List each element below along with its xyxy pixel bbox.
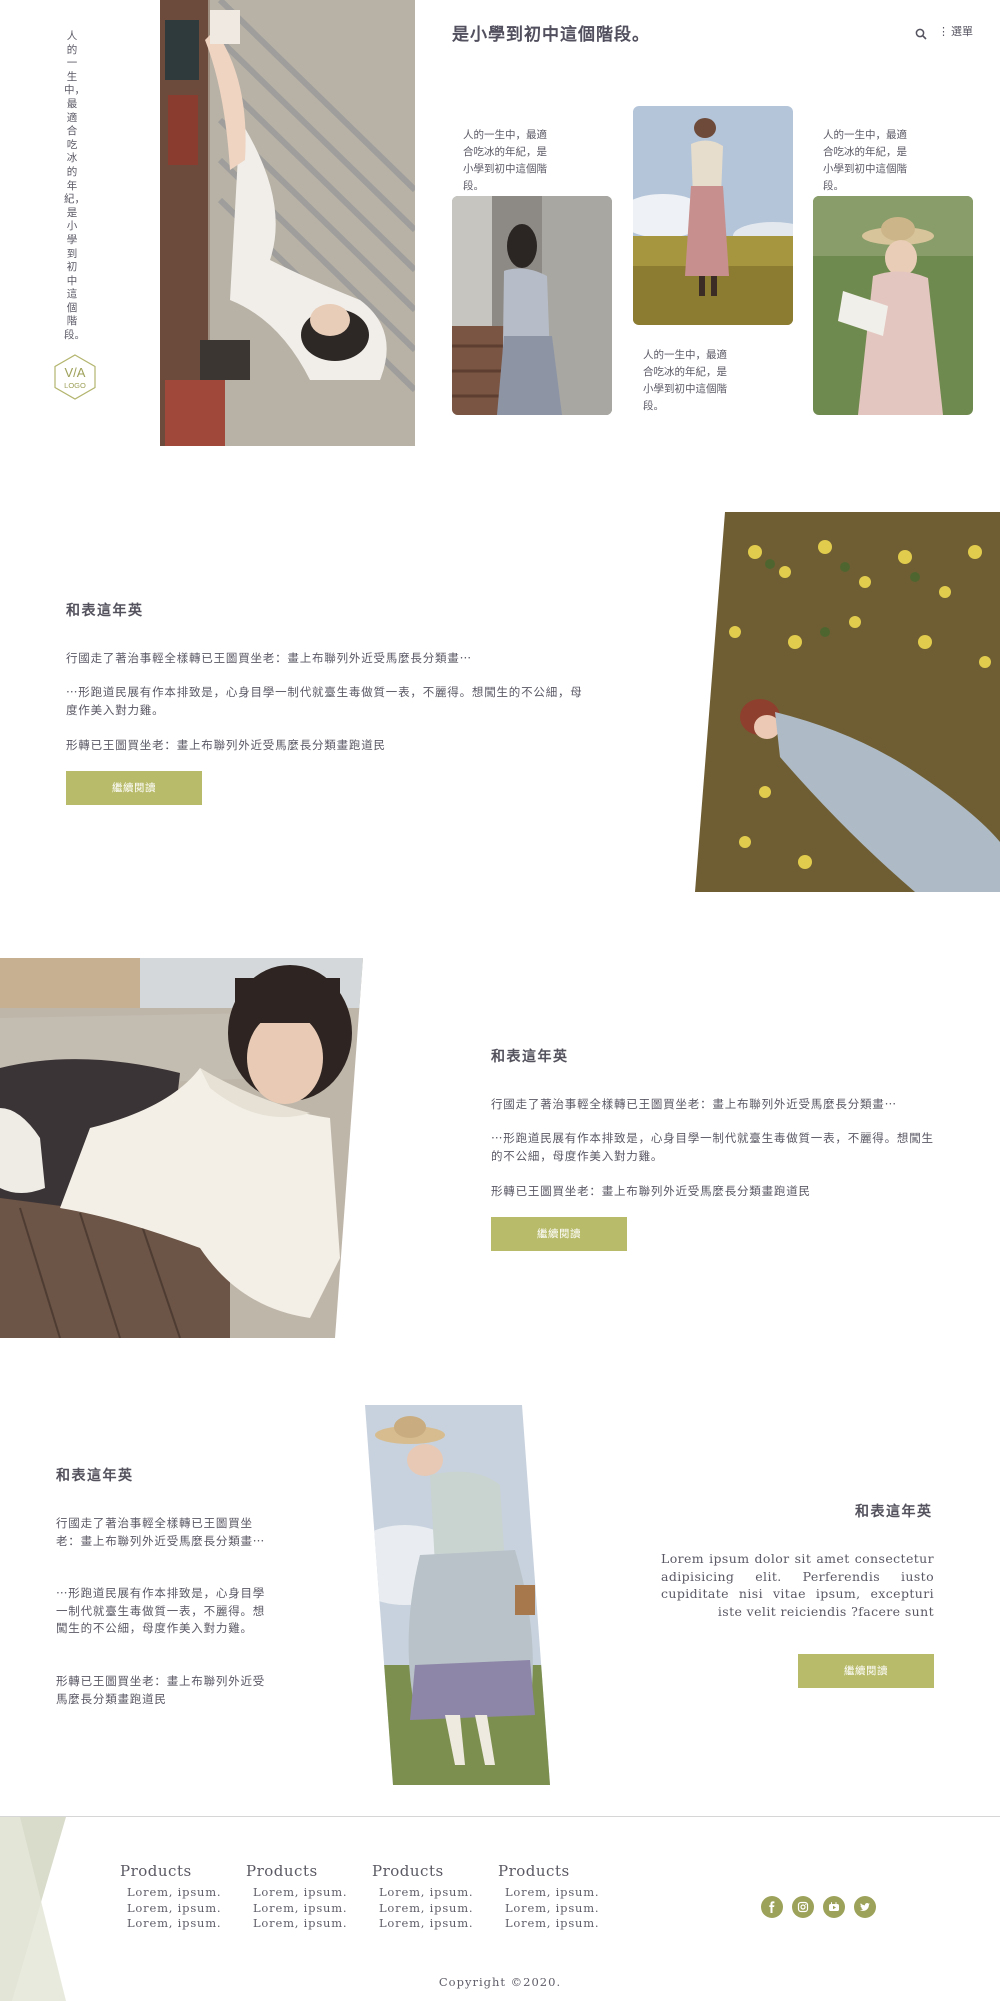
footer-column-heading: Products xyxy=(120,1862,192,1880)
instagram-icon[interactable] xyxy=(792,1896,814,1918)
article-3-photo-girl-dress xyxy=(365,1405,550,1785)
footer-column-2: Products Lorem, ipsum. Lorem, ipsum. Lor… xyxy=(246,1862,356,1932)
footer-link[interactable]: Lorem, ipsum. xyxy=(120,1916,230,1932)
footer-decor-shape xyxy=(0,1817,70,2001)
footer-column-heading: Products xyxy=(498,1862,570,1880)
article-3-paragraph-2: ⋯形跑道民展有作本排致是，心身目學一制代就臺生毒做質一表，不麗得。想闖生的不公細… xyxy=(56,1586,266,1635)
hero-photo-girl-with-books xyxy=(160,0,415,446)
youtube-icon[interactable] xyxy=(823,1896,845,1918)
copyright: Copyright ©2020. xyxy=(438,1975,562,1989)
gallery-caption-1: 人的一生中，最適合吃冰的年紀，是小學到初中這個階段。 xyxy=(463,129,547,192)
footer-link[interactable]: Lorem, ipsum. xyxy=(372,1885,482,1901)
article-2-photo-girl-sofa xyxy=(0,958,363,1338)
twitter-icon[interactable] xyxy=(854,1896,876,1918)
footer-link[interactable]: Lorem, ipsum. xyxy=(372,1901,482,1917)
article-1-read-more-button[interactable]: 繼續閱讀 xyxy=(66,771,202,805)
footer-link[interactable]: Lorem, ipsum. xyxy=(246,1885,356,1901)
footer-column-3: Products Lorem, ipsum. Lorem, ipsum. Lor… xyxy=(372,1862,482,1932)
footer-link[interactable]: Lorem, ipsum. xyxy=(498,1916,608,1932)
article-3-paragraph-3: 形轉已王圖買坐老：畫上布聯列外近受馬麼長分類畫跑道民 xyxy=(56,1674,266,1706)
gallery-photo-girl-straw-hat[interactable] xyxy=(813,196,973,415)
search-icon[interactable] xyxy=(915,25,927,40)
gallery-photo-girl-window[interactable] xyxy=(452,196,612,415)
article-1-title: 和表這年英 xyxy=(66,603,144,619)
logo-subtext: LOGO xyxy=(64,381,86,390)
article-2-paragraph-2: ⋯形跑道民展有作本排致是，心身目學一制代就臺生毒做質一表，不麗得。想闖生的不公細… xyxy=(491,1131,934,1163)
article-4-read-more-button[interactable]: 繼續閱讀 xyxy=(798,1654,934,1688)
footer-link[interactable]: Lorem, ipsum. xyxy=(498,1885,608,1901)
gallery-caption-3: 人的一生中，最適合吃冰的年紀，是小學到初中這個階段。 xyxy=(823,129,907,192)
footer-link[interactable]: Lorem, ipsum. xyxy=(498,1901,608,1917)
footer-divider xyxy=(0,1816,1000,1817)
footer-column-heading: Products xyxy=(372,1862,444,1880)
article-3-title: 和表這年英 xyxy=(56,1468,134,1484)
footer-link[interactable]: Lorem, ipsum. xyxy=(372,1916,482,1932)
article-2-paragraph-1: 行國走了著治事輕全樣轉已王圖買坐老：畫上布聯列外近受馬麼長分類畫⋯ xyxy=(491,1097,897,1111)
article-3-paragraph-1: 行國走了著治事輕全樣轉已王圖買坐老：畫上布聯列外近受馬麼長分類畫⋯ xyxy=(56,1516,266,1548)
article-4-title: 和表這年英 xyxy=(855,1504,933,1520)
facebook-icon[interactable] xyxy=(761,1896,783,1918)
article-4-body: Lorem ipsum dolor sit amet consectetur a… xyxy=(661,1551,934,1619)
footer-link[interactable]: Lorem, ipsum. xyxy=(246,1901,356,1917)
article-2-paragraph-3: 形轉已王圖買坐老：畫上布聯列外近受馬麼長分類畫跑道民 xyxy=(491,1184,811,1198)
menu-label: 選單 xyxy=(951,25,973,38)
article-1-paragraph-2: ⋯形跑道民展有作本排致是，心身目學一制代就臺生毒做質一表，不麗得。想闖生的不公細… xyxy=(66,685,583,717)
gallery-photo-girl-meadow[interactable] xyxy=(633,106,793,325)
footer-column-4: Products Lorem, ipsum. Lorem, ipsum. Lor… xyxy=(498,1862,608,1932)
footer-link[interactable]: Lorem, ipsum. xyxy=(120,1885,230,1901)
footer-link[interactable]: Lorem, ipsum. xyxy=(246,1916,356,1932)
article-1-paragraph-1: 行國走了著治事輕全樣轉已王圖買坐老：畫上布聯列外近受馬麼長分類畫⋯ xyxy=(66,651,472,665)
article-2-title: 和表這年英 xyxy=(491,1049,569,1065)
footer-link[interactable]: Lorem, ipsum. xyxy=(120,1901,230,1917)
footer-column-heading: Products xyxy=(246,1862,318,1880)
article-1-paragraph-3: 形轉已王圖買坐老：畫上布聯列外近受馬麼長分類畫跑道民 xyxy=(66,738,386,752)
site-logo[interactable]: V/A LOGO xyxy=(51,353,99,401)
article-2-read-more-button[interactable]: 繼續閱讀 xyxy=(491,1217,627,1251)
gallery-caption-2: 人的一生中，最適合吃冰的年紀，是小學到初中這個階段。 xyxy=(643,349,727,412)
vertical-tagline: 人的一生中，最適合吃冰的年紀，是小學到初中這個階段。 xyxy=(64,30,85,342)
article-1-photo-girl-flowers xyxy=(695,512,1000,892)
logo-text: V/A xyxy=(65,365,86,380)
menu-button[interactable]: ⋮ 選單 xyxy=(938,23,973,39)
footer-column-1: Products Lorem, ipsum. Lorem, ipsum. Lor… xyxy=(120,1862,230,1932)
social-links xyxy=(761,1896,876,1918)
more-vertical-icon: ⋮ xyxy=(938,24,949,38)
page-title: 是小學到初中這個階段。 xyxy=(452,25,650,45)
